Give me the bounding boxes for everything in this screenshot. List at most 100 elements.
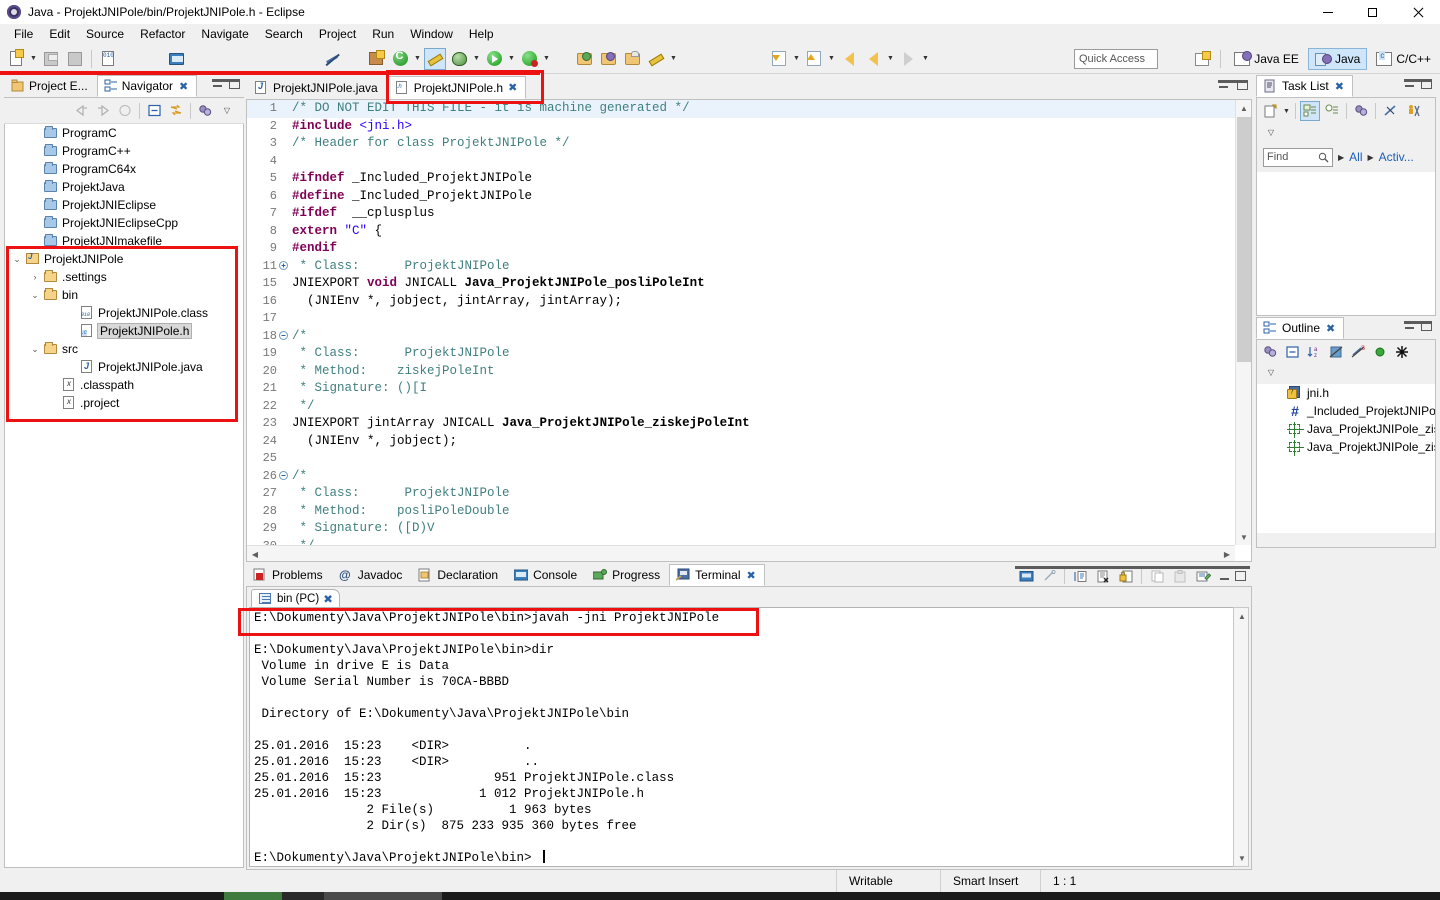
run-dropdown-icon[interactable]: ▼ [506, 48, 517, 70]
new-terminal-icon[interactable] [1070, 566, 1090, 586]
terminal-settings-icon[interactable] [1193, 566, 1213, 586]
debug-dropdown-icon[interactable]: ▼ [471, 48, 482, 70]
lock-terminal-icon[interactable] [1116, 566, 1136, 586]
link-with-editor-icon[interactable] [166, 101, 186, 121]
code-text[interactable]: /* [289, 468, 307, 486]
code-text[interactable]: * Method: ziskejPoleInt [289, 363, 495, 381]
code-text[interactable]: /* Header for class ProjektJNIPole */ [289, 135, 570, 153]
tree-item-projektjava[interactable]: ProjektJava [5, 178, 243, 196]
build-button[interactable] [97, 48, 119, 70]
tab-console[interactable]: Console [507, 564, 586, 586]
previous-annotation-button[interactable] [803, 48, 825, 70]
open-type-button[interactable] [621, 48, 643, 70]
maximize-task-list-icon[interactable] [1421, 79, 1432, 89]
search-dropdown-icon[interactable]: ▼ [668, 48, 679, 70]
tree-item-projektjnieclipsecpp[interactable]: ProjektJNIEclipseCpp [5, 214, 243, 232]
terminal-session-close-icon[interactable]: ✖ [323, 592, 333, 606]
task-list-view-menu-icon[interactable]: ▽ [1261, 122, 1281, 142]
perspective-c-c-[interactable]: C/C++ [1369, 48, 1438, 70]
close-task-list-icon[interactable]: ✖ [1335, 80, 1344, 93]
forward-button[interactable] [897, 48, 919, 70]
taskbar-item-active[interactable] [224, 892, 282, 900]
up-nav-icon[interactable] [115, 101, 135, 121]
fold-toggle-icon[interactable] [277, 468, 289, 486]
minimize-console-icon[interactable] [1219, 572, 1230, 581]
outline-item[interactable]: Java_ProjektJNIPole_zisl [1257, 438, 1435, 456]
outline-horizontal-scrollbar[interactable] [1257, 533, 1435, 547]
menu-navigate[interactable]: Navigate [193, 25, 256, 43]
editor-tab-projektjnipole-java[interactable]: ProjektJNIPole.java [246, 76, 386, 99]
outline-filters-icon[interactable] [1260, 342, 1280, 362]
terminal-scroll-up-icon[interactable]: ▲ [1234, 608, 1250, 624]
new-task-icon[interactable] [1260, 101, 1280, 121]
tab-outline[interactable]: Outline ✖ [1256, 317, 1344, 339]
show-macros-icon[interactable] [1392, 342, 1412, 362]
open-console-button[interactable] [165, 48, 187, 70]
hide-nonpublic-icon[interactable] [1370, 342, 1390, 362]
tab-javadoc[interactable]: @Javadoc [332, 564, 412, 586]
activate-task-icon[interactable] [1402, 101, 1422, 121]
code-text[interactable]: * Signature: ()[I [289, 380, 427, 398]
editor-vscroll-thumb[interactable] [1237, 117, 1251, 362]
task-list-find-input[interactable]: Find [1263, 148, 1333, 167]
code-text[interactable]: * Signature: ([D)V [289, 520, 435, 538]
taskbar-item-c[interactable] [324, 892, 442, 900]
code-text[interactable]: #ifndef _Included_ProjektJNIPole [289, 170, 532, 188]
fold-toggle-icon[interactable] [277, 258, 289, 276]
code-text[interactable]: (JNIEnv *, jobject, jintArray, jintArray… [289, 293, 622, 311]
editor-tab-projektjnipole-h[interactable]: ProjektJNIPole.h✖ [386, 76, 527, 99]
maximize-editor-icon[interactable] [1237, 80, 1248, 90]
code-text[interactable]: #include <jni.h> [289, 118, 412, 136]
run-button[interactable] [483, 48, 505, 70]
menu-project[interactable]: Project [311, 25, 364, 43]
maximize-console-icon[interactable] [1235, 571, 1246, 581]
back-nav-icon[interactable] [71, 101, 91, 121]
tab-navigator[interactable]: Navigator✖ [97, 75, 198, 97]
new-button[interactable] [5, 48, 27, 70]
previous-annotation-dropdown-icon[interactable]: ▼ [826, 48, 837, 70]
new-java-project-button[interactable] [573, 48, 595, 70]
code-text[interactable]: * Method: posliPoleDouble [289, 503, 510, 521]
view-menu-icon[interactable]: ▽ [217, 101, 237, 121]
collapse-all-icon[interactable] [144, 101, 164, 121]
next-annotation-dropdown-icon[interactable]: ▼ [791, 48, 802, 70]
back-dropdown-icon[interactable]: ▼ [885, 48, 896, 70]
close-outline-icon[interactable]: ✖ [1326, 322, 1335, 335]
code-text[interactable]: JNIEXPORT jintArray JNICALL Java_Projekt… [289, 415, 750, 433]
outline-item[interactable]: #_Included_ProjektJNIPo [1257, 402, 1435, 420]
run-external-dropdown-icon[interactable]: ▼ [541, 48, 552, 70]
scheduled-presentation-icon[interactable] [1322, 101, 1342, 121]
sort-alphabetically-icon[interactable]: az [1304, 342, 1324, 362]
tree-item--settings[interactable]: ›.settings [5, 268, 243, 286]
code-text[interactable]: /* DO NOT EDIT THIS FILE - it is machine… [289, 100, 690, 118]
quick-access-input[interactable]: Quick Access [1074, 49, 1158, 69]
code-text[interactable]: #ifdef __cplusplus [289, 205, 435, 223]
focus-on-workweek-icon[interactable] [1351, 101, 1371, 121]
tree-item-bin[interactable]: ⌄bin [5, 286, 243, 304]
navigator-tree[interactable]: ProgramCProgramC++ProgramC64xProjektJava… [4, 124, 244, 868]
tree-item--project[interactable]: .project [5, 394, 243, 412]
display-selected-console-icon[interactable] [1016, 566, 1036, 586]
editor-horizontal-scrollbar[interactable]: ◀ ▶ [247, 545, 1235, 561]
open-perspective-button[interactable] [1191, 48, 1213, 70]
tree-item-projektjnipole-h[interactable]: ProjektJNIPole.h [5, 322, 243, 340]
tab-declaration[interactable]: Declaration [411, 564, 507, 586]
close-button[interactable] [1395, 0, 1440, 24]
editor-vertical-scrollbar[interactable]: ▲ ▼ [1235, 100, 1251, 545]
chevron-right-icon[interactable]: › [27, 269, 43, 285]
save-all-button[interactable] [64, 48, 86, 70]
tab-problems[interactable]: Problems [246, 564, 332, 586]
outline-item[interactable]: jni.h [1257, 384, 1435, 402]
terminal-vertical-scrollbar[interactable]: ▲ ▼ [1233, 607, 1249, 867]
taskbar-item-b[interactable] [282, 892, 324, 900]
outline-item[interactable]: Java_ProjektJNIPole_zisl [1257, 420, 1435, 438]
close-editor-tab-icon[interactable]: ✖ [508, 81, 517, 94]
code-text[interactable]: #endif [289, 240, 337, 258]
collapse-all-outline-icon[interactable] [1282, 342, 1302, 362]
view-menu-filters-icon[interactable] [195, 101, 215, 121]
code-text[interactable] [289, 153, 292, 171]
menu-file[interactable]: File [6, 25, 41, 43]
paste-icon[interactable] [1170, 566, 1190, 586]
task-list-body[interactable] [1256, 172, 1436, 316]
close-terminal-icon[interactable] [1093, 566, 1113, 586]
